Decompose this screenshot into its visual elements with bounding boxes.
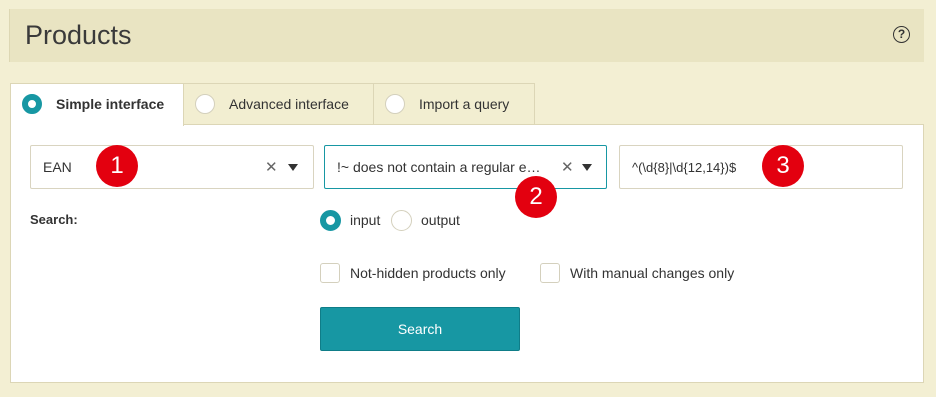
annotation-badge-1: 1 — [96, 145, 138, 187]
tab-import-query[interactable]: Import a query — [373, 83, 535, 125]
tab-label: Import a query — [419, 96, 510, 112]
checkbox-manual-changes-label[interactable]: With manual changes only — [570, 265, 734, 281]
radio-input-label[interactable]: input — [350, 212, 380, 228]
annotation-badge-3: 3 — [762, 145, 804, 187]
radio-output[interactable] — [391, 210, 412, 231]
annotation-badge-2: 2 — [515, 176, 557, 218]
checkbox-manual-changes[interactable] — [540, 263, 560, 283]
clear-icon[interactable]: ✕ — [265, 158, 278, 176]
radio-icon — [195, 94, 215, 114]
page-title: Products — [25, 20, 132, 50]
operator-select[interactable]: !~ does not contain a regular exp... ✕ — [324, 145, 607, 189]
checkbox-not-hidden[interactable] — [320, 263, 340, 283]
pattern-input[interactable] — [619, 145, 903, 189]
chevron-down-icon[interactable] — [582, 164, 592, 171]
chevron-down-icon[interactable] — [288, 164, 298, 171]
radio-icon — [22, 94, 42, 114]
radio-icon — [385, 94, 405, 114]
search-label: Search: — [30, 212, 78, 227]
tab-simple-interface[interactable]: Simple interface — [10, 83, 184, 126]
tab-advanced-interface[interactable]: Advanced interface — [183, 83, 374, 125]
operator-select-value: !~ does not contain a regular exp... — [337, 159, 547, 175]
field-select[interactable]: EAN ✕ — [30, 145, 314, 189]
tab-label: Simple interface — [56, 96, 165, 112]
help-icon[interactable]: ? — [893, 26, 910, 43]
radio-input[interactable] — [320, 210, 341, 231]
checkbox-not-hidden-label[interactable]: Not-hidden products only — [350, 265, 506, 281]
page-header: Products ? — [9, 9, 924, 62]
field-select-value: EAN — [43, 159, 72, 175]
clear-icon[interactable]: ✕ — [561, 158, 574, 176]
tab-label: Advanced interface — [229, 96, 349, 112]
search-button[interactable]: Search — [320, 307, 520, 351]
radio-output-label[interactable]: output — [421, 212, 460, 228]
